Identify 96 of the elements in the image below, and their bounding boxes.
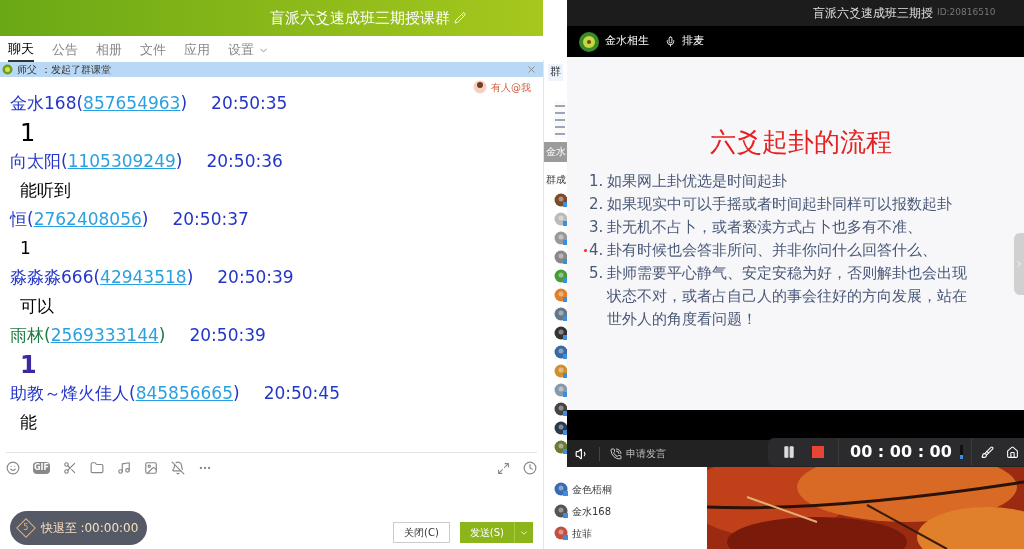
slide-item: 如果网上卦优选是时间起卦: [607, 171, 787, 192]
expand-icon[interactable]: [497, 461, 510, 475]
tab[interactable]: 公告: [52, 38, 78, 62]
closing-paren: ): [180, 91, 188, 115]
message-text: 1: [20, 117, 36, 149]
opening-paren: (: [129, 381, 136, 405]
pause-icon[interactable]: [782, 445, 796, 459]
message-time: 20:50:37: [172, 207, 249, 231]
music-icon[interactable]: [117, 461, 131, 475]
avatar-icon: [554, 482, 568, 496]
closing-paren: ): [158, 323, 166, 347]
sender-name: 向太阳: [10, 149, 61, 173]
item-number: 2.: [589, 194, 605, 215]
sender-id-link[interactable]: 845856665: [135, 380, 233, 407]
mic-icon[interactable]: [665, 36, 676, 47]
closing-paren: ): [233, 381, 240, 405]
rewind-pill[interactable]: 5 快退至 :00:00:00: [10, 511, 147, 545]
message-text: 1: [20, 349, 37, 381]
slide-title: 六爻起卦的流程: [709, 126, 892, 159]
presenter-name: 金水相生: [605, 33, 649, 50]
sender-id-link[interactable]: 2762408056: [33, 206, 142, 233]
bell-off-icon[interactable]: [171, 461, 185, 475]
message-time: 20:50:36: [206, 149, 283, 173]
member-name[interactable]: 金水168: [572, 503, 612, 519]
close-button[interactable]: 关闭(C): [393, 522, 450, 543]
sender-name: 淼淼淼666: [10, 265, 94, 289]
opening-paren: (: [76, 91, 84, 115]
sender-id-link[interactable]: 42943518: [100, 264, 187, 291]
message-time: 20:50:39: [189, 323, 266, 347]
brush-icon[interactable]: [980, 445, 994, 459]
sender-name: 金水168: [10, 91, 77, 115]
scissors-icon[interactable]: [63, 461, 77, 475]
room-id: ID:20816510: [937, 6, 996, 20]
sender-name: 雨林: [10, 323, 44, 347]
item-number: 3.: [589, 217, 605, 238]
opening-paren: (: [61, 149, 68, 173]
queue-button[interactable]: 排麦: [682, 33, 704, 50]
message-text: 能听到: [20, 178, 71, 202]
message-time: 20:50:39: [217, 265, 294, 289]
item-number: 4.: [589, 240, 605, 261]
request-speak-button[interactable]: 申请发言: [626, 446, 666, 461]
item-number: 5.: [589, 263, 605, 284]
sender-id-link[interactable]: 857654963: [83, 90, 181, 117]
gif-button[interactable]: GIF: [33, 462, 50, 474]
edit-icon[interactable]: [454, 12, 466, 24]
closing-paren: ): [175, 149, 183, 173]
message-text: 1: [20, 236, 31, 260]
avatar-icon: [473, 80, 487, 94]
slide-item: 卦有时候也会答非所问、并非你问什么回答什么、: [607, 240, 937, 261]
sender-name: 恒: [10, 207, 27, 231]
tab[interactable]: 设置: [228, 38, 269, 62]
member-name[interactable]: 拉菲: [572, 525, 592, 541]
tab[interactable]: 文件: [140, 38, 166, 62]
notice-text: ：发起了群课堂: [41, 63, 111, 77]
sender-name: 助教～烽火佳人: [10, 381, 129, 405]
folder-icon[interactable]: [90, 461, 104, 475]
slide-item: 卦师需要平心静气、安定安稳为好，否则解卦也会出现 状态不对，或者占自己人的事会往好的方向发展，站在 世外人的角度看问题！: [607, 263, 967, 330]
opening-paren: (: [93, 265, 101, 289]
avatar-icon: [554, 439, 568, 454]
sender-id-link[interactable]: 1105309249: [67, 148, 176, 175]
home-icon[interactable]: [1005, 445, 1019, 459]
slide-item: 如果现实中可以手摇或者时间起卦同样可以报数起卦: [607, 194, 952, 215]
avatar-icon: [554, 526, 568, 540]
panel-tab[interactable]: 群: [548, 64, 563, 81]
window-title: 盲派六爻速成班三期授课群: [270, 7, 450, 29]
window-title: 盲派六爻速成班三期授: [813, 5, 933, 22]
closing-paren: ): [186, 265, 194, 289]
message-time: 20:50:35: [211, 91, 288, 115]
emoji-icon[interactable]: [6, 461, 20, 475]
rewind-text: 快退至 :00:00:00: [40, 520, 139, 537]
history-icon[interactable]: [523, 461, 537, 475]
message-time: 20:50:45: [263, 381, 340, 405]
side-handle[interactable]: [1014, 233, 1024, 295]
phone-icon[interactable]: [610, 447, 622, 460]
avatar-icon: [554, 420, 568, 435]
closing-paren: ): [141, 207, 149, 231]
recording-timer: 00 : 00 : 00: [850, 441, 952, 463]
chevron-icon: [1014, 259, 1024, 269]
message-text: 可以: [20, 294, 54, 318]
slide-item: 卦无机不占卜，或者亵渎方式占卜也多有不准、: [607, 217, 922, 238]
panel-heading: 群成: [546, 172, 566, 187]
avatar-icon: [2, 64, 13, 75]
message-text: 能: [20, 410, 37, 434]
opening-paren: (: [44, 323, 51, 347]
tab[interactable]: 应用: [184, 38, 210, 62]
member-name[interactable]: 金色梧桐: [572, 481, 612, 497]
item-number: 1.: [589, 171, 605, 192]
avatar-icon: [579, 31, 599, 52]
notice-sender: 师父: [17, 63, 37, 77]
avatar-icon: [554, 504, 568, 518]
close-icon[interactable]: [526, 64, 537, 75]
tab[interactable]: 相册: [96, 38, 122, 62]
opening-paren: (: [27, 207, 34, 231]
image-icon[interactable]: [144, 461, 158, 475]
send-button[interactable]: 发送(S): [459, 522, 533, 543]
sender-id-link[interactable]: 2569333144: [50, 322, 159, 349]
